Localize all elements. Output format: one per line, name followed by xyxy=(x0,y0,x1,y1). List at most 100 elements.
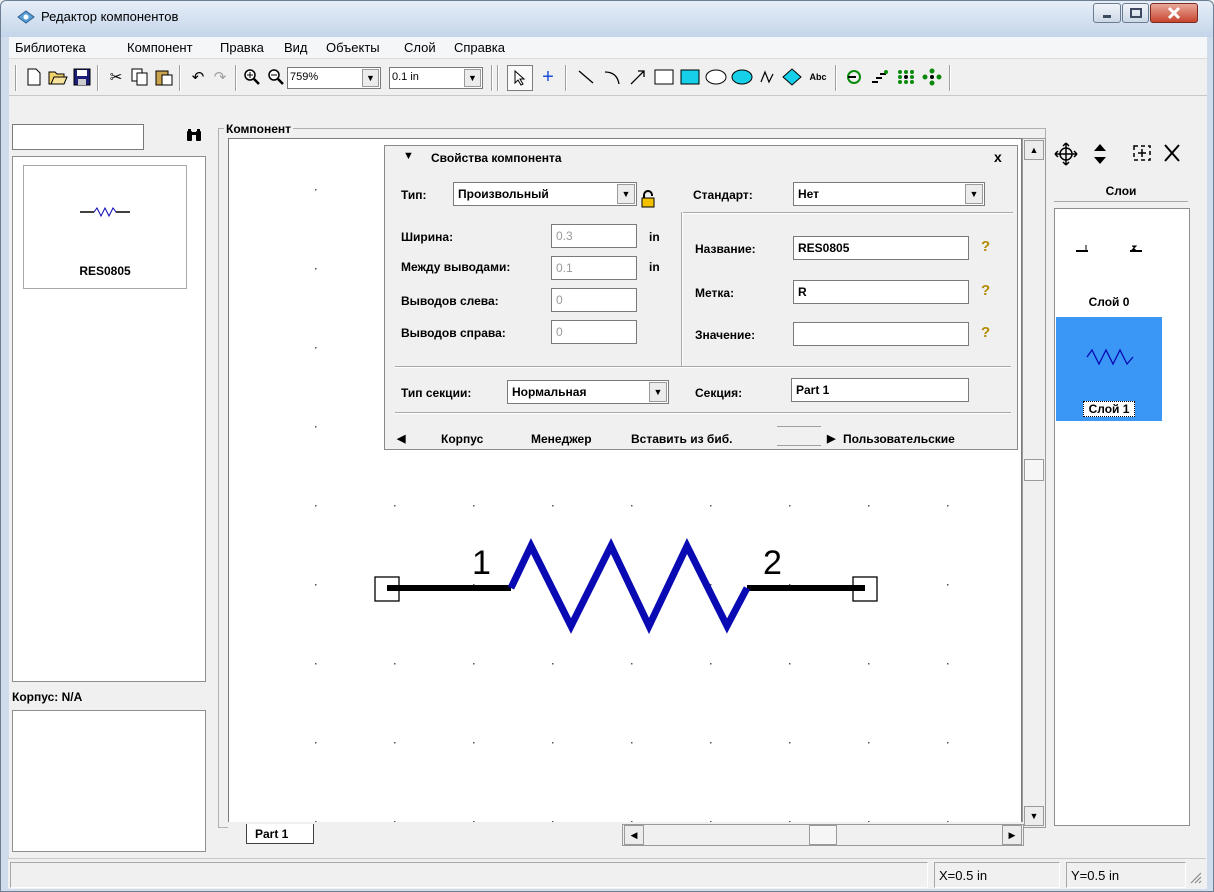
delete-layer-icon[interactable] xyxy=(1162,142,1182,170)
layers-list: Слой 0 Слой 1 xyxy=(1054,208,1190,826)
pin-2[interactable]: 2 xyxy=(747,544,878,602)
standard-select[interactable]: Нет ▼ xyxy=(793,182,985,206)
close-icon[interactable]: x xyxy=(994,149,1002,165)
chevron-down-icon[interactable]: ▼ xyxy=(1024,806,1044,826)
status-y-coord: Y=0.5 in xyxy=(1066,862,1186,888)
select-button[interactable] xyxy=(507,65,533,91)
menu-help[interactable]: Справка xyxy=(454,40,505,55)
section-input[interactable]: Part 1 xyxy=(791,378,969,402)
tab-insert-from-library[interactable]: Вставить из биб. xyxy=(631,432,732,446)
chevron-down-icon[interactable]: ▼ xyxy=(649,382,667,402)
scroll-thumb[interactable] xyxy=(1024,459,1044,481)
tabs-scroll-left-icon[interactable]: ◀ xyxy=(397,432,405,445)
app-icon xyxy=(17,10,35,24)
up-down-icon[interactable] xyxy=(1092,142,1108,172)
name-input[interactable]: RES0805 xyxy=(793,236,969,260)
paste-button[interactable] xyxy=(153,66,175,88)
zoom-in-button[interactable] xyxy=(241,66,263,88)
undo-button[interactable]: ↶ xyxy=(187,66,209,88)
resistor-thumbnail-icon xyxy=(80,206,130,218)
fit-icon[interactable] xyxy=(1132,142,1152,170)
ellipse-button[interactable] xyxy=(705,66,727,88)
grid-combo[interactable]: 0.1 in ▼ xyxy=(389,67,483,89)
section-type-label: Тип секции: xyxy=(401,386,472,400)
component-card[interactable]: RES0805 xyxy=(23,165,187,289)
chevron-down-icon[interactable]: ▼ xyxy=(617,184,635,204)
tab-part-1[interactable]: Part 1 xyxy=(246,824,314,844)
menu-library[interactable]: Библиотека xyxy=(15,40,86,55)
line-button[interactable] xyxy=(575,66,597,88)
layer-item[interactable]: Слой 1 xyxy=(1056,317,1162,421)
grid-dot xyxy=(710,742,712,744)
value-input[interactable] xyxy=(793,322,969,346)
tab-package[interactable]: Корпус xyxy=(441,432,483,446)
menu-component[interactable]: Компонент xyxy=(127,40,193,55)
section-type-select[interactable]: Нормальная ▼ xyxy=(507,380,669,404)
canvas-vertical-scrollbar[interactable]: ▲ ▼ xyxy=(1022,138,1046,828)
cut-button[interactable]: ✂ xyxy=(105,66,127,88)
menu-view[interactable]: Вид xyxy=(284,40,308,55)
pin-1[interactable]: 1 xyxy=(374,544,511,602)
left-pins-input[interactable]: 0 xyxy=(551,288,637,312)
pitch-input[interactable]: 0.1 xyxy=(551,256,637,280)
lock-icon[interactable] xyxy=(641,190,655,213)
polygon-button[interactable] xyxy=(781,66,803,88)
right-pins-input[interactable]: 0 xyxy=(551,320,637,344)
tab-custom[interactable]: Пользовательские xyxy=(843,432,955,446)
binoculars-icon[interactable] xyxy=(186,128,202,145)
redo-button[interactable]: ↷ xyxy=(209,66,231,88)
arc-button[interactable] xyxy=(601,66,623,88)
place-pin-button[interactable]: + xyxy=(537,66,559,88)
rect-button[interactable] xyxy=(653,66,675,88)
move-pins-button[interactable] xyxy=(921,66,943,88)
component-search-input[interactable] xyxy=(12,124,144,150)
chevron-down-icon[interactable]: ▼ xyxy=(362,69,379,87)
chevron-right-icon[interactable]: ▶ xyxy=(1002,825,1022,845)
menu-layer[interactable]: Слой xyxy=(404,40,436,55)
resize-grip-icon[interactable] xyxy=(1188,870,1202,884)
zoom-combo[interactable]: 759% ▼ xyxy=(287,67,381,89)
tabs-scroll-right-icon[interactable]: ▶ xyxy=(827,432,835,445)
close-button[interactable] xyxy=(1150,3,1198,23)
layer-item[interactable]: Слой 0 xyxy=(1056,211,1162,315)
maximize-button[interactable] xyxy=(1122,3,1149,23)
chevron-left-icon[interactable]: ◀ xyxy=(624,825,644,845)
menu-objects[interactable]: Объекты xyxy=(326,40,380,55)
grid-dot xyxy=(868,742,870,744)
rotate-pin-button[interactable] xyxy=(843,66,865,88)
type-select[interactable]: Произвольный ▼ xyxy=(453,182,637,206)
pin-array-button[interactable] xyxy=(869,66,891,88)
filled-rect-button[interactable] xyxy=(679,66,701,88)
title-bar[interactable]: Редактор компонентов xyxy=(1,1,1213,37)
grid-array-button[interactable] xyxy=(895,66,917,88)
canvas-horizontal-scrollbar[interactable]: ◀ ▶ xyxy=(622,824,1024,846)
menu-edit[interactable]: Правка xyxy=(220,40,264,55)
resistor-zigzag[interactable] xyxy=(507,538,751,635)
tab-manager[interactable]: Менеджер xyxy=(531,432,592,446)
width-input[interactable]: 0.3 xyxy=(551,224,637,248)
minimize-button[interactable] xyxy=(1093,3,1121,23)
save-button[interactable] xyxy=(71,66,93,88)
pin-2-number: 2 xyxy=(763,544,782,582)
text-button[interactable]: Abc xyxy=(805,66,831,88)
zoom-out-button[interactable] xyxy=(265,66,287,88)
help-icon[interactable]: ? xyxy=(981,282,990,299)
help-icon[interactable]: ? xyxy=(981,324,990,341)
arrow-button[interactable] xyxy=(627,66,649,88)
properties-header[interactable]: ▼ Свойства компонента x xyxy=(385,146,1017,170)
collapse-icon[interactable]: ▼ xyxy=(403,150,414,162)
copy-button[interactable] xyxy=(129,66,151,88)
tab-splitter[interactable] xyxy=(777,426,821,446)
designator-input[interactable]: R xyxy=(793,280,969,304)
chevron-down-icon[interactable]: ▼ xyxy=(965,184,983,204)
scroll-thumb[interactable] xyxy=(809,825,837,845)
chevron-down-icon[interactable]: ▼ xyxy=(464,69,481,87)
polyline-button[interactable] xyxy=(757,66,779,88)
open-button[interactable] xyxy=(47,66,69,88)
help-icon[interactable]: ? xyxy=(981,238,990,255)
new-button[interactable] xyxy=(23,66,45,88)
ellipse-icon xyxy=(705,69,727,85)
filled-ellipse-button[interactable] xyxy=(731,66,753,88)
move-icon[interactable] xyxy=(1054,142,1078,172)
chevron-up-icon[interactable]: ▲ xyxy=(1024,140,1044,160)
